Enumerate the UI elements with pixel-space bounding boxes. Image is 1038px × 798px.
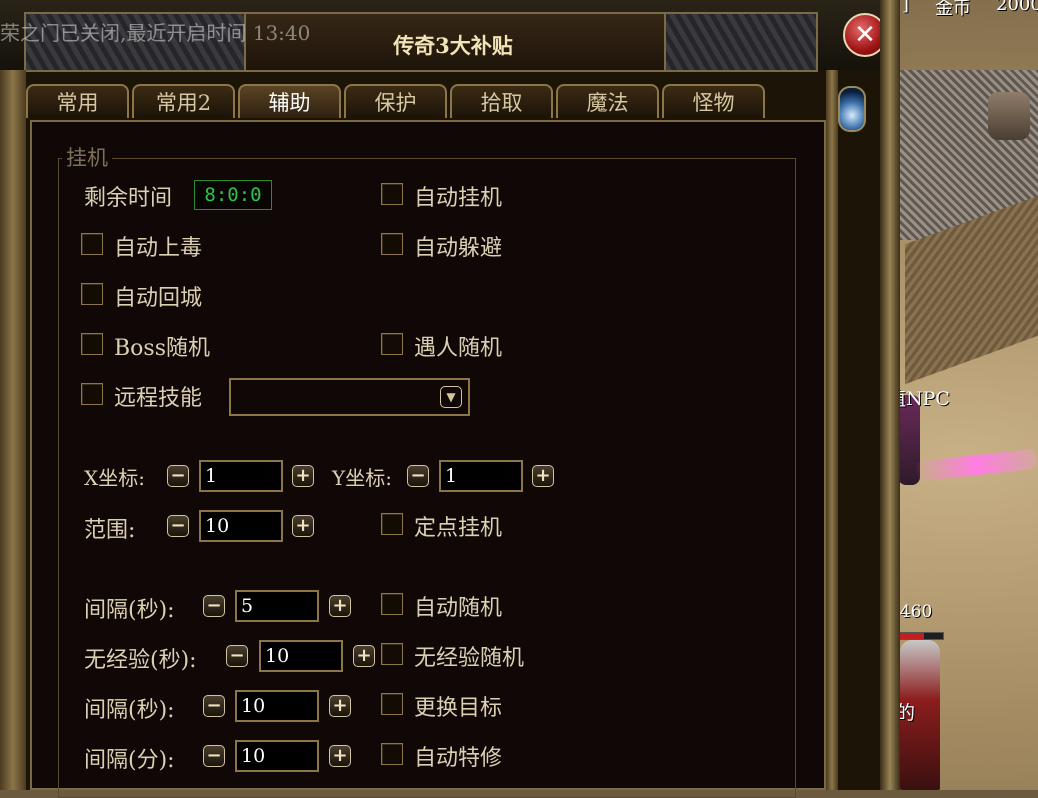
magic-beam <box>914 448 1038 482</box>
interval-min-plus-button[interactable]: + <box>329 745 351 767</box>
auto-repair-checkbox[interactable] <box>381 743 403 765</box>
change-target-label[interactable]: 更换目标 <box>414 690 502 722</box>
auto-random-label[interactable]: 自动随机 <box>414 590 502 622</box>
no-exp-minus-button[interactable]: − <box>226 645 248 667</box>
interval-sec-plus-button[interactable]: + <box>329 595 351 617</box>
auto-random-checkbox[interactable] <box>381 593 403 615</box>
barrel-object <box>988 92 1030 140</box>
ranged-skill-select[interactable]: ▼ <box>229 378 470 416</box>
frame-left <box>0 70 26 790</box>
range-input[interactable]: 10 <box>199 510 283 542</box>
meet-random-checkbox[interactable] <box>381 333 403 355</box>
no-exp-plus-button[interactable]: + <box>353 645 375 667</box>
no-exp-random-label[interactable]: 无经验随机 <box>414 640 524 672</box>
y-coord-input[interactable]: 1 <box>439 460 523 492</box>
tab-magic[interactable]: 魔法 <box>556 84 659 118</box>
interval-sec2-label: 间隔(秒): <box>84 698 175 723</box>
bracket-text: ] <box>902 0 910 15</box>
fixed-point-checkbox[interactable] <box>381 513 403 535</box>
change-target-checkbox[interactable] <box>381 693 403 715</box>
y-plus-button[interactable]: + <box>532 465 554 487</box>
tab-assist[interactable]: 辅助 <box>238 84 341 118</box>
system-notice: 荣之门已关闭,最近开启时间 13:40 <box>0 21 311 45</box>
frame-inner-right <box>826 70 838 790</box>
auto-poison-label[interactable]: 自动上毒 <box>114 230 202 262</box>
boss-random-checkbox[interactable] <box>81 333 103 355</box>
auto-return-label[interactable]: 自动回城 <box>114 280 202 312</box>
x-minus-button[interactable]: − <box>167 465 189 487</box>
ranged-skill-label[interactable]: 远程技能 <box>114 380 202 412</box>
interval-sec2-minus-button[interactable]: − <box>203 695 225 717</box>
assistant-window: 传奇3大补贴 荣之门已关闭,最近开启时间 13:40 ✕ 常用 常用2 辅助 保… <box>0 0 900 798</box>
gold-label: 金币 <box>935 0 971 19</box>
boss-random-label[interactable]: Boss随机 <box>114 330 210 362</box>
y-coord-label: Y坐标: <box>332 466 392 490</box>
no-exp-input[interactable]: 10 <box>259 640 343 672</box>
range-plus-button[interactable]: + <box>292 515 314 537</box>
tab-protect[interactable]: 保护 <box>344 84 447 118</box>
scroll-orb-icon[interactable] <box>838 86 866 132</box>
tab-pickup[interactable]: 拾取 <box>450 84 553 118</box>
range-label: 范围: <box>84 518 136 543</box>
interval-sec-minus-button[interactable]: − <box>203 595 225 617</box>
auto-hang-checkbox[interactable] <box>381 183 403 205</box>
y-minus-button[interactable]: − <box>407 465 429 487</box>
interval-min-label: 间隔(分): <box>84 748 175 773</box>
no-exp-label: 无经验(秒): <box>84 648 197 673</box>
auto-hang-label[interactable]: 自动挂机 <box>414 180 502 212</box>
auto-dodge-checkbox[interactable] <box>381 233 403 255</box>
auto-poison-checkbox[interactable] <box>81 233 103 255</box>
ranged-skill-checkbox[interactable] <box>81 383 103 405</box>
interval-sec-label: 间隔(秒): <box>84 598 175 623</box>
tab-bar: 常用 常用2 辅助 保护 拾取 魔法 怪物 <box>26 84 768 120</box>
no-exp-random-checkbox[interactable] <box>381 643 403 665</box>
interval-sec2-input[interactable]: 10 <box>235 690 319 722</box>
x-coord-label: X坐标: <box>84 466 145 490</box>
interval-sec-input[interactable]: 5 <box>235 590 319 622</box>
group-label: 挂机 <box>62 142 112 172</box>
tab-monster[interactable]: 怪物 <box>662 84 765 118</box>
fixed-point-label[interactable]: 定点挂机 <box>414 510 502 542</box>
gold-value: 2000 <box>996 0 1038 15</box>
chevron-down-icon[interactable]: ▼ <box>440 386 462 408</box>
auto-dodge-label[interactable]: 自动躲避 <box>414 230 502 262</box>
interval-min-minus-button[interactable]: − <box>203 745 225 767</box>
title-panel-right <box>664 12 818 72</box>
title-bar[interactable]: 传奇3大补贴 荣之门已关闭,最近开启时间 13:40 ✕ <box>0 0 900 72</box>
x-plus-button[interactable]: + <box>292 465 314 487</box>
auto-return-checkbox[interactable] <box>81 283 103 305</box>
tab-common2[interactable]: 常用2 <box>132 84 235 118</box>
remaining-time-value: 8:0:0 <box>194 180 272 210</box>
meet-random-label[interactable]: 遇人随机 <box>414 330 502 362</box>
interval-min-input[interactable]: 10 <box>235 740 319 772</box>
frame-right <box>880 0 900 790</box>
remaining-time-label: 剩余时间 <box>84 186 173 211</box>
tab-common[interactable]: 常用 <box>26 84 129 118</box>
range-minus-button[interactable]: − <box>167 515 189 537</box>
auto-repair-label[interactable]: 自动特修 <box>414 740 502 772</box>
interval-sec2-plus-button[interactable]: + <box>329 695 351 717</box>
x-coord-input[interactable]: 1 <box>199 460 283 492</box>
